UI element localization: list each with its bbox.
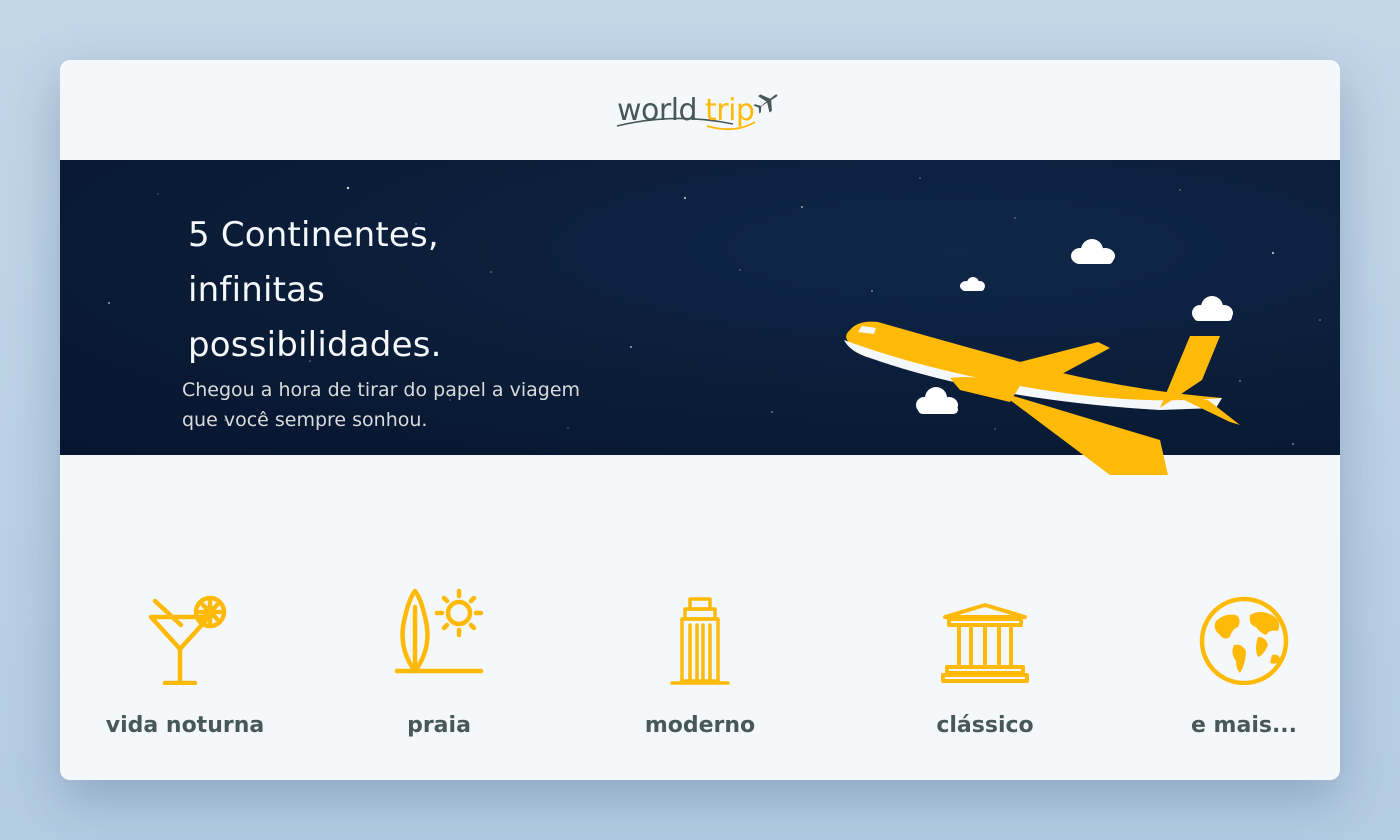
- travel-type-label: clássico: [936, 713, 1034, 738]
- travel-type-label: moderno: [644, 713, 756, 738]
- travel-type-label: e mais...: [1190, 713, 1298, 738]
- travel-type-nightlife[interactable]: vida noturna: [70, 585, 300, 765]
- airplane-illustration: [844, 239, 1240, 475]
- cocktail-icon: [148, 595, 227, 685]
- hero-subtitle-line: que você sempre sonhou.: [182, 409, 428, 431]
- hero-subtitle-line: Chegou a hora de tirar do papel a viagem: [182, 379, 581, 401]
- header: world trip: [60, 60, 1340, 160]
- travel-type-label: vida noturna: [105, 713, 265, 738]
- hero-title-line: infinitas: [188, 270, 326, 310]
- travel-type-label: praia: [407, 713, 471, 738]
- hero-subtitle: Chegou a hora de tirar do papel a viagem…: [182, 375, 622, 435]
- travel-type-modern[interactable]: moderno: [585, 585, 815, 765]
- skyscraper-icon: [670, 597, 730, 685]
- hero-title-line: 5 Continentes,: [188, 215, 439, 255]
- travel-type-beach[interactable]: praia: [324, 585, 554, 765]
- hero-title: 5 Continentes, infinitas possibilidades.: [188, 208, 628, 373]
- surfboard-sun-icon: [394, 588, 484, 674]
- hero-title-line: possibilidades.: [188, 325, 442, 365]
- page-card: world trip 5 Continentes, infinitas poss…: [60, 60, 1340, 780]
- travel-type-classic[interactable]: clássico: [870, 585, 1100, 765]
- worldtrip-logo[interactable]: world trip: [615, 82, 785, 142]
- logo-word-world: world: [617, 93, 698, 128]
- logo-word-trip: trip: [705, 93, 755, 128]
- globe-icon: [1199, 596, 1289, 685]
- travel-type-more[interactable]: e mais...: [1129, 585, 1340, 765]
- travel-types: vida noturna praia moderno clássico e ma…: [60, 585, 1340, 775]
- classic-building-icon: [941, 603, 1029, 683]
